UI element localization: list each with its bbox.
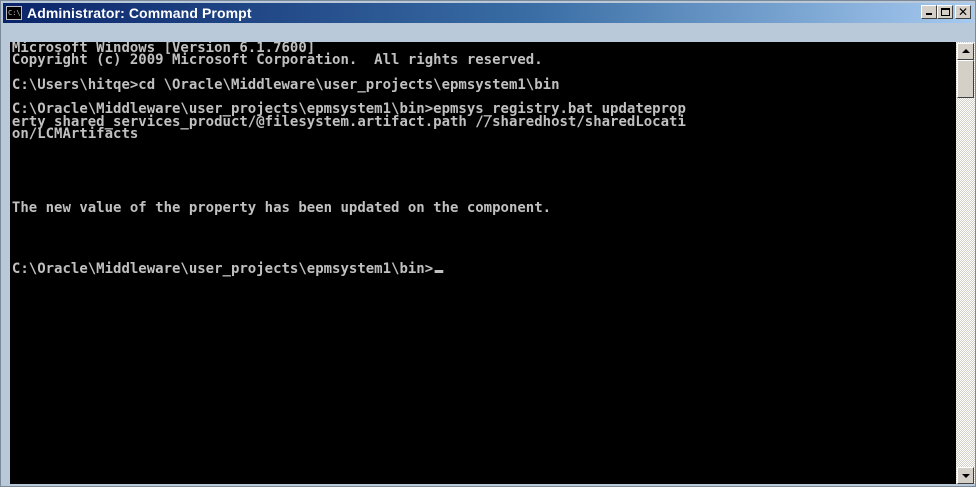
- command-prompt-window: C:\. Administrator: Command Prompt ✕ Mic…: [0, 0, 976, 487]
- maximize-icon: [941, 8, 950, 16]
- text-cursor: [434, 270, 443, 274]
- title-bar[interactable]: C:\. Administrator: Command Prompt ✕: [3, 3, 973, 23]
- close-button[interactable]: ✕: [955, 5, 971, 19]
- console-line: C:\Users\hitqe>cd \Oracle\Middleware\use…: [11, 76, 560, 93]
- console-text: Microsoft Windows [Version 6.1.7600] Copy…: [10, 42, 923, 277]
- console-line: Copyright (c) 2009 Microsoft Corporation…: [11, 52, 543, 69]
- scroll-down-button[interactable]: [957, 467, 974, 484]
- close-icon: ✕: [957, 5, 969, 19]
- console-line: on/LCMArtifacts: [11, 126, 139, 143]
- scroll-thumb[interactable]: [957, 60, 974, 98]
- window-title: Administrator: Command Prompt: [27, 5, 252, 21]
- console-output[interactable]: Microsoft Windows [Version 6.1.7600] Copy…: [10, 42, 956, 484]
- console-line: C:\Oracle\Middleware\user_projects\epmsy…: [12, 262, 923, 277]
- scroll-up-button[interactable]: [957, 43, 974, 60]
- cmd-icon[interactable]: C:\.: [6, 6, 22, 20]
- console-line: erty shared_services_product/@filesystem…: [11, 113, 686, 130]
- maximize-button[interactable]: [937, 5, 953, 19]
- console-line: The new value of the property has been u…: [11, 199, 552, 216]
- minimize-button[interactable]: [921, 5, 937, 19]
- arrow-up-icon: [962, 49, 970, 53]
- vertical-scrollbar[interactable]: [956, 42, 975, 484]
- caption-buttons: ✕: [921, 5, 971, 19]
- minimize-icon: [926, 13, 932, 15]
- arrow-down-icon: [962, 474, 970, 478]
